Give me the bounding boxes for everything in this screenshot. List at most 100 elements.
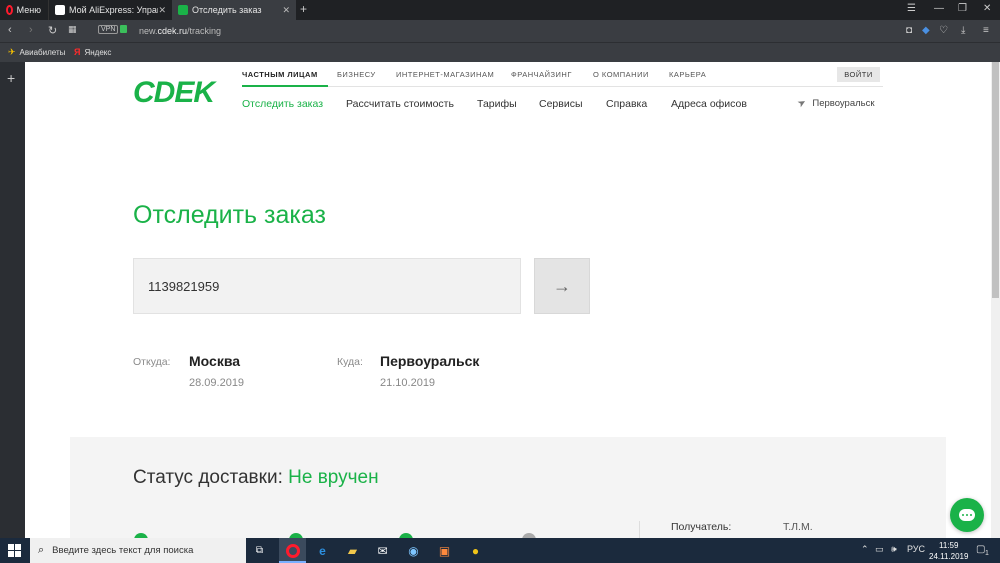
topnav-about[interactable]: О КОМПАНИИ (593, 70, 649, 79)
topnav-private[interactable]: ЧАСТНЫМ ЛИЦАМ (242, 70, 318, 79)
language-indicator[interactable]: РУС (907, 544, 925, 554)
search-placeholder: Введите здесь текст для поиска (52, 545, 194, 556)
windows-taskbar: ⌕ Введите здесь текст для поиска ⧉ e ▰ ✉… (0, 538, 1000, 563)
new-tab-icon[interactable]: + (300, 2, 307, 16)
bookmark-label: Авиабилеты (19, 48, 66, 57)
url-path: /tracking (187, 26, 222, 36)
opera-menu-button[interactable]: Меню (0, 0, 47, 20)
network-icon[interactable]: ▭ (875, 544, 884, 555)
delivery-status-panel: Статус доставки: Не вручен Получатель: Т… (70, 437, 946, 538)
tab-title: Отследить заказ (192, 5, 262, 15)
opera-menu-label: Меню (16, 5, 41, 15)
easy-setup-icon[interactable]: ≡ (983, 25, 989, 36)
opera-taskbar-icon[interactable] (284, 542, 301, 559)
login-button[interactable]: ВОЙТИ (837, 67, 880, 82)
from-date: 28.09.2019 (189, 377, 245, 389)
bookmark-label: Яндекс (84, 47, 112, 57)
panel-divider (639, 521, 640, 538)
track-submit-button[interactable]: → (534, 258, 590, 314)
city-label: Первоуральск (812, 98, 875, 109)
volume-icon[interactable]: 🕪 (891, 544, 897, 555)
speed-dial-icon[interactable]: ▦ (68, 24, 77, 35)
subnav-help[interactable]: Справка (606, 98, 647, 110)
taskbar-search-input[interactable]: ⌕ Введите здесь текст для поиска (30, 538, 246, 563)
arrow-right-icon: → (553, 275, 571, 296)
tab-cdek-tracking[interactable]: Отследить заказ ✕ (172, 0, 296, 20)
address-bar: ‹ › ↻ ▦ VPN new.cdek.ru/tracking ◘ ◆ ♡ ⤓… (0, 20, 1000, 42)
mail-icon[interactable]: ✉ (374, 542, 391, 559)
url-field[interactable]: new.cdek.ru/tracking (139, 26, 221, 36)
clock-date: 24.11.2019 (929, 552, 969, 561)
snapshot-icon[interactable]: ◘ (906, 25, 912, 36)
add-sidebar-icon[interactable]: + (7, 70, 15, 86)
nav-divider (242, 86, 883, 87)
tab-aliexpress[interactable]: Мой AliExpress: Управлят ✕ (48, 0, 172, 20)
browser-sidebar: + (0, 62, 25, 538)
download-icon[interactable]: ⤓ (961, 25, 965, 36)
yandex-icon: Я (74, 47, 81, 57)
url-domain: cdek.ru (157, 26, 188, 36)
browser-tab-bar: Меню Мой AliExpress: Управлят ✕ Отследит… (0, 0, 1000, 20)
tracking-number-input[interactable]: 1139821959 (133, 258, 521, 314)
to-city: Первоуральск (380, 353, 480, 369)
page-favicon-icon (55, 5, 65, 15)
bookmarks-bar: ✈ Авиабилеты Я Яндекс (0, 42, 1000, 62)
vpn-badge[interactable]: VPN (98, 25, 119, 34)
status-value: Не вручен (288, 467, 379, 488)
tray-expand-icon[interactable]: ⌃ (861, 544, 869, 555)
chrome-like-icon[interactable]: ● (467, 542, 484, 559)
cdek-page: CDEK ЧАСТНЫМ ЛИЦАМ БИЗНЕСУ ИНТЕРНЕТ-МАГА… (25, 62, 991, 538)
subnav-track[interactable]: Отследить заказ (242, 98, 323, 110)
status-title: Статус доставки: Не вручен (133, 467, 379, 489)
close-tab-icon[interactable]: ✕ (282, 5, 290, 16)
close-tab-icon[interactable]: ✕ (158, 5, 166, 16)
lock-icon[interactable] (120, 25, 127, 33)
search-icon: ⌕ (38, 544, 45, 556)
to-date: 21.10.2019 (380, 377, 436, 389)
restore-icon[interactable]: ❐ (958, 3, 967, 14)
reload-icon[interactable]: ↻ (48, 24, 57, 37)
nav-active-underline (242, 85, 328, 87)
forward-icon[interactable]: › (29, 24, 33, 36)
windows-start-icon[interactable] (8, 544, 21, 557)
subnav-calc[interactable]: Рассчитать стоимость (346, 98, 454, 110)
topnav-business[interactable]: БИЗНЕСУ (337, 70, 376, 79)
network-app-icon[interactable]: ◉ (405, 542, 422, 559)
close-window-icon[interactable]: ✕ (983, 3, 991, 14)
tab-title: Мой AliExpress: Управлят (69, 5, 158, 15)
scrollbar-thumb[interactable] (992, 62, 999, 298)
chat-button[interactable] (950, 498, 984, 532)
subnav-offices[interactable]: Адреса офисов (671, 98, 747, 110)
cdek-favicon-icon (178, 5, 188, 15)
heart-icon[interactable]: ♡ (939, 25, 948, 36)
topnav-career[interactable]: КАРЬЕРА (669, 70, 706, 79)
back-icon[interactable]: ‹ (8, 24, 12, 36)
from-city: Москва (189, 353, 241, 369)
city-selector[interactable]: ➤ Первоуральск (795, 96, 875, 111)
file-explorer-icon[interactable]: ▰ (344, 542, 361, 559)
topnav-franchise[interactable]: ФРАНЧАЙЗИНГ (511, 70, 572, 79)
subnav-tariffs[interactable]: Тарифы (477, 98, 517, 110)
to-label: Куда: (337, 356, 363, 368)
edge-icon[interactable]: e (314, 542, 331, 559)
plane-icon: ✈ (8, 47, 16, 57)
clock-time: 11:59 (939, 541, 959, 550)
opera-logo-icon (6, 5, 13, 15)
recipient-value: Т.Л.М. (783, 521, 813, 533)
location-arrow-icon: ➤ (795, 96, 809, 111)
from-label: Откуда: (133, 356, 171, 368)
cdek-logo[interactable]: CDEK (133, 76, 215, 110)
bookmark-aviabilety[interactable]: ✈ Авиабилеты (8, 47, 65, 58)
shield-icon[interactable]: ◆ (922, 25, 930, 36)
task-view-icon[interactable]: ⧉ (251, 542, 268, 559)
app-icon[interactable]: ▣ (436, 542, 453, 559)
tab-menu-icon[interactable]: ☰ (907, 3, 916, 14)
page-scrollbar[interactable] (991, 62, 1000, 538)
topnav-eshops[interactable]: ИНТЕРНЕТ-МАГАЗИНАМ (396, 70, 494, 79)
status-title-prefix: Статус доставки: (133, 467, 289, 488)
subnav-services[interactable]: Сервисы (539, 98, 583, 110)
taskbar-clock[interactable]: 11:59 24.11.2019 (929, 540, 968, 562)
minimize-icon[interactable]: — (934, 3, 944, 14)
chat-bubble-icon (959, 509, 975, 521)
bookmark-yandex[interactable]: Я Яндекс (74, 47, 111, 57)
